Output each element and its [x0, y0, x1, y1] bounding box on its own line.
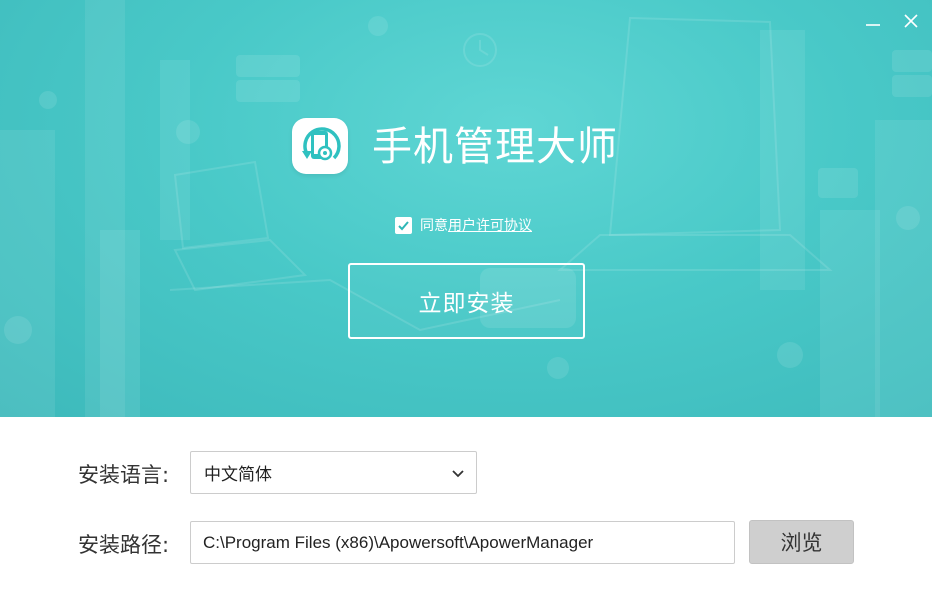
install-language-label: 安装语言: [78, 463, 170, 487]
agree-checkbox[interactable] [395, 216, 412, 234]
license-link[interactable]: 用户许可协议 [448, 215, 532, 235]
install-path-input[interactable]: C:\Program Files (x86)\Apowersoft\Apower… [190, 521, 735, 564]
hero-banner: 手机管理大师 同意 用户许可协议 立即安装 [0, 0, 932, 417]
hero-background-illustration [0, 0, 932, 417]
agree-prefix: 同意 [420, 218, 448, 234]
close-button[interactable] [898, 8, 924, 34]
language-select[interactable]: 中文简体 [190, 451, 477, 494]
check-icon [398, 220, 409, 230]
app-logo [292, 118, 348, 174]
chevron-down-icon [452, 470, 464, 478]
minimize-icon [866, 24, 880, 26]
minimize-button[interactable] [860, 8, 886, 34]
browse-button[interactable]: 浏览 [749, 520, 854, 564]
language-select-value: 中文简体 [204, 465, 272, 485]
install-path-label: 安装路径: [78, 533, 170, 557]
phone-manager-logo-icon [302, 127, 341, 161]
install-now-button[interactable]: 立即安装 [348, 263, 585, 339]
app-title: 手机管理大师 [372, 124, 618, 170]
close-icon [904, 14, 918, 28]
license-agreement: 同意 用户许可协议 [395, 214, 532, 236]
